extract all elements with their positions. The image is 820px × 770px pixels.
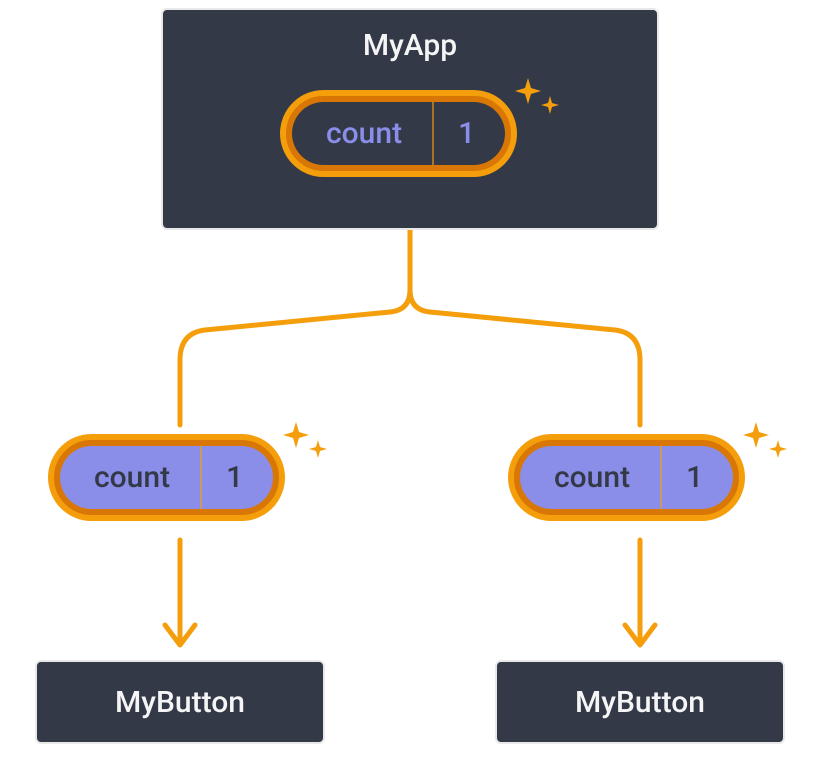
state-label: count [292,102,432,165]
pill-divider [200,446,202,509]
prop-pill-left: count 1 [48,434,285,521]
pill-divider [432,102,434,165]
component-mybutton-right: MyButton [495,660,785,744]
component-mybutton-left: MyButton [35,660,325,744]
prop-value: 1 [662,446,733,509]
prop-value: 1 [202,446,273,509]
state-value: 1 [434,102,505,165]
prop-label: count [60,446,200,509]
component-title: MyButton [575,685,705,720]
sparkle-icon [278,416,334,472]
sparkle-icon [738,416,794,472]
component-title: MyApp [363,28,457,63]
prop-pill-right: count 1 [508,434,745,521]
pill-divider [660,446,662,509]
state-pill-myapp: count 1 [280,90,517,177]
prop-label: count [520,446,660,509]
component-title: MyButton [115,685,245,720]
